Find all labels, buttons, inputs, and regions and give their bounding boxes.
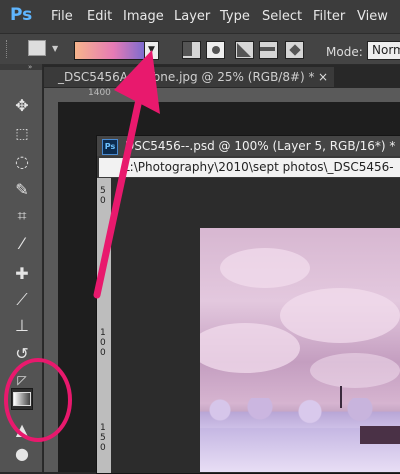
healing-brush-tool-icon[interactable]: ✚ (12, 264, 32, 284)
photoshop-logo: Ps (10, 5, 33, 25)
photo-infrared-landscape (200, 228, 400, 472)
crop-tool-icon[interactable]: ⌗ (12, 206, 32, 226)
collapse-icon[interactable]: » (28, 63, 32, 71)
history-brush-tool-icon[interactable]: ↺ (12, 344, 32, 364)
vertical-ruler (44, 102, 58, 472)
ps-window-icon: Ps (102, 139, 118, 155)
brush-tool-icon[interactable]: ⟋ (12, 290, 32, 310)
menu-image[interactable]: Image (123, 9, 164, 24)
gradient-fill-icon (13, 392, 31, 406)
window-title-bar[interactable]: Ps DSC5456--.psd @ 100% (Layer 5, RGB/16… (97, 136, 400, 156)
document-tab[interactable]: _DSC5456AutoTone.jpg @ 25% (RGB/8#) * × (44, 67, 334, 87)
ruler-mark: 1 0 0 (100, 328, 106, 358)
clone-stamp-tool-icon[interactable]: ⊥ (12, 316, 32, 336)
window-title: DSC5456--.psd @ 100% (Layer 5, RGB/16*) … (125, 139, 396, 153)
reflected-gradient-icon (260, 47, 275, 51)
menu-type[interactable]: Type (220, 9, 250, 24)
cloud (220, 248, 310, 288)
options-grip[interactable] (6, 40, 11, 58)
gradient-swatch[interactable] (74, 41, 146, 60)
reflected-gradient-button[interactable] (259, 41, 278, 59)
blur-tool-icon[interactable]: ▲ (12, 420, 32, 440)
menu-layer[interactable]: Layer (174, 9, 210, 24)
gradient-dropdown-button[interactable]: ▼ (144, 41, 159, 60)
diamond-gradient-icon (288, 44, 301, 56)
ruler-mark: 1 5 0 (100, 423, 106, 453)
menu-bar: Ps File Edit Image Layer Type Select Fil… (0, 0, 400, 33)
quick-select-tool-icon[interactable]: ✎ (12, 180, 32, 200)
window-vertical-ruler: 5 0 1 0 0 1 5 0 (97, 178, 111, 473)
gradient-tool-icon[interactable] (11, 388, 33, 410)
cloud (280, 288, 400, 343)
radial-gradient-button[interactable] (206, 41, 225, 59)
options-bar: ▼ ▼ Mode: Norm (0, 33, 400, 65)
chevron-down-icon[interactable]: ▼ (52, 44, 58, 53)
angle-gradient-button[interactable] (235, 41, 254, 59)
eyedropper-tool-icon[interactable]: ⁄ (12, 234, 32, 254)
ruler-mark: 5 0 (100, 186, 106, 206)
radial-gradient-icon (211, 46, 220, 54)
menu-select[interactable]: Select (262, 9, 302, 24)
menu-filter[interactable]: Filter (313, 9, 345, 24)
ruler-mark: 1400 (88, 88, 111, 98)
menu-view[interactable]: View (357, 9, 388, 24)
eraser-tool-icon[interactable]: ◸ (12, 370, 32, 390)
close-icon[interactable]: × (318, 67, 328, 87)
tool-preset-picker[interactable] (28, 40, 46, 56)
horizontal-ruler: 1400 (44, 88, 400, 102)
power-pylon (340, 386, 342, 408)
treeline (200, 398, 400, 428)
menu-file[interactable]: File (51, 9, 73, 24)
cloud (200, 323, 300, 373)
move-tool-icon[interactable]: ✥ (12, 96, 32, 116)
mode-select[interactable]: Norm (367, 41, 400, 60)
lasso-tool-icon[interactable]: ◌ (12, 152, 32, 172)
linear-gradient-button[interactable] (182, 41, 201, 59)
toolbox-header[interactable] (0, 64, 42, 70)
linear-gradient-icon (183, 42, 192, 56)
document-tab-title: _DSC5456AutoTone.jpg @ 25% (RGB/8#) * (58, 70, 315, 84)
menu-edit[interactable]: Edit (87, 9, 112, 24)
angle-gradient-icon (237, 43, 251, 57)
file-path: L:\Photography\2010\sept photos\_DSC5456… (99, 158, 400, 193)
cloud (310, 353, 400, 388)
barn (360, 426, 400, 444)
marquee-tool-icon[interactable]: ⬚ (12, 124, 32, 144)
zoom-tool-icon[interactable]: ● (12, 444, 32, 464)
diamond-gradient-button[interactable] (285, 41, 304, 59)
mode-label: Mode: (326, 45, 363, 59)
toolbox: » ✥ ⬚ ◌ ✎ ⌗ ⁄ ✚ ⟋ ⊥ ↺ ◸ ▲ ● (0, 63, 43, 472)
